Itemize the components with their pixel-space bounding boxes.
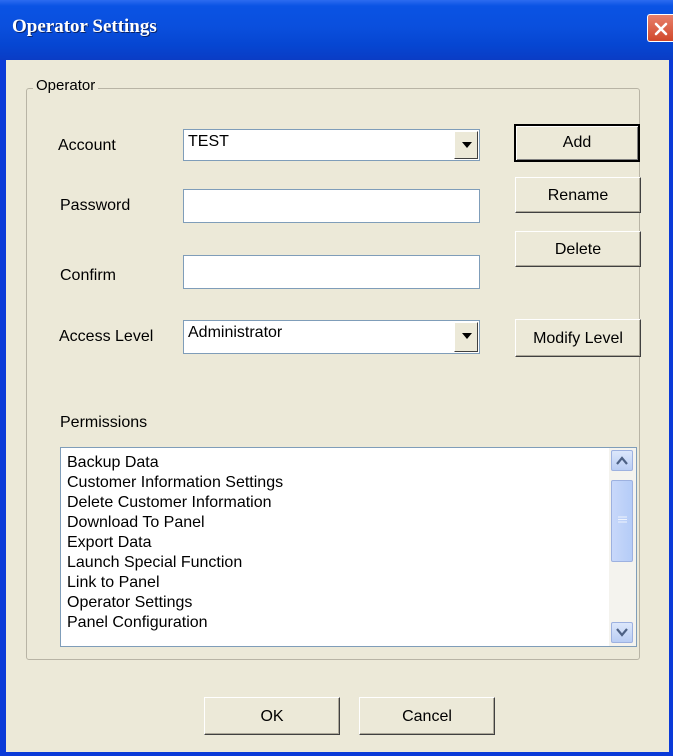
password-label: Password	[60, 197, 131, 214]
account-label: Account	[58, 137, 116, 154]
access-level-dropdown-button[interactable]	[454, 322, 478, 352]
permissions-list[interactable]: Backup Data Customer Information Settings…	[60, 447, 637, 647]
scroll-up-button[interactable]	[611, 450, 633, 471]
cancel-button[interactable]: Cancel	[359, 697, 495, 735]
add-button[interactable]: Add	[514, 124, 640, 162]
scroll-down-icon	[616, 628, 628, 637]
chevron-down-icon	[462, 142, 472, 148]
grip-icon	[618, 516, 627, 523]
account-select[interactable]: TEST	[183, 129, 480, 161]
list-item[interactable]: Panel Configuration	[67, 613, 283, 633]
permissions-items: Backup Data Customer Information Settings…	[67, 453, 283, 633]
confirm-password-field[interactable]	[183, 255, 480, 289]
scroll-up-icon	[616, 456, 628, 465]
account-dropdown-button[interactable]	[454, 131, 478, 159]
list-item[interactable]: Launch Special Function	[67, 553, 283, 573]
modify-level-button[interactable]: Modify Level	[515, 319, 641, 357]
list-item[interactable]: Operator Settings	[67, 593, 283, 613]
access-level-label: Access Level	[59, 328, 154, 345]
list-item[interactable]: Download To Panel	[67, 513, 283, 533]
title-bar[interactable]: Operator Settings	[0, 0, 673, 60]
close-icon	[654, 22, 668, 36]
account-select-value: TEST	[188, 133, 229, 150]
chevron-down-icon	[462, 333, 472, 339]
close-button[interactable]	[647, 14, 673, 42]
window-title: Operator Settings	[12, 16, 157, 37]
scrollbar-thumb[interactable]	[611, 480, 633, 562]
permissions-label: Permissions	[60, 414, 148, 431]
list-item[interactable]: Delete Customer Information	[67, 493, 283, 513]
permissions-scrollbar[interactable]	[609, 448, 636, 646]
rename-button[interactable]: Rename	[515, 177, 641, 213]
list-item[interactable]: Export Data	[67, 533, 283, 553]
operator-group-label: Operator	[33, 77, 99, 94]
confirm-label: Confirm	[60, 267, 117, 284]
access-level-select[interactable]: Administrator	[183, 320, 480, 354]
access-level-select-value: Administrator	[188, 324, 283, 341]
ok-button[interactable]: OK	[204, 697, 340, 735]
password-field[interactable]	[183, 189, 480, 223]
list-item[interactable]: Customer Information Settings	[67, 473, 283, 493]
delete-button[interactable]: Delete	[515, 231, 641, 267]
list-item[interactable]: Link to Panel	[67, 573, 283, 593]
list-item[interactable]: Backup Data	[67, 453, 283, 473]
scroll-down-button[interactable]	[611, 622, 633, 643]
